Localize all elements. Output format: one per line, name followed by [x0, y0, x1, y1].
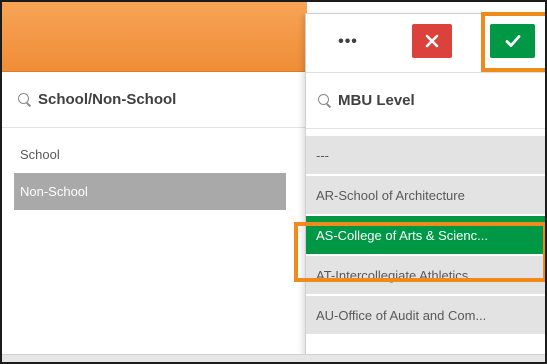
list-item-at-intercollegiate-athletics[interactable]: AT-Intercollegiate Athletics: [306, 256, 545, 296]
app-frame: School/Non-School School Non-School •••: [0, 0, 547, 364]
list-item-none[interactable]: ---: [306, 136, 545, 176]
search-icon: [18, 92, 32, 107]
filter-title: MBU Level: [338, 92, 415, 109]
list-item-school[interactable]: School: [2, 136, 305, 173]
filter-popover-mbu-level: ••• MBU Level --- AR-School of Architect…: [294, 12, 545, 354]
filter-header-mbu-level[interactable]: MBU Level: [306, 73, 545, 129]
filter-pane-school-non-school: School/Non-School School Non-School: [2, 72, 305, 354]
confirm-selection-button[interactable]: [490, 24, 535, 58]
list-item-as-college-of-arts-sciences[interactable]: AS-College of Arts & Scienc...: [306, 216, 545, 256]
filter-header-school-non-school[interactable]: School/Non-School: [2, 72, 305, 128]
more-options-button[interactable]: •••: [328, 24, 368, 60]
close-icon: [425, 34, 439, 48]
list-item-non-school[interactable]: Non-School: [14, 173, 286, 210]
bottom-strip: [2, 354, 545, 362]
popover-toolbar: •••: [306, 12, 545, 73]
filter-list: --- AR-School of Architecture AS-College…: [306, 136, 545, 336]
list-item-au-office-of-audit[interactable]: AU-Office of Audit and Com...: [306, 296, 545, 336]
filter-title: School/Non-School: [38, 91, 177, 108]
check-icon: [505, 35, 520, 47]
header-bar: [2, 2, 307, 72]
list-item-ar-school-of-architecture[interactable]: AR-School of Architecture: [306, 176, 545, 216]
cancel-selection-button[interactable]: [412, 24, 452, 58]
search-icon: [318, 93, 332, 108]
filter-list: School Non-School: [2, 136, 305, 210]
